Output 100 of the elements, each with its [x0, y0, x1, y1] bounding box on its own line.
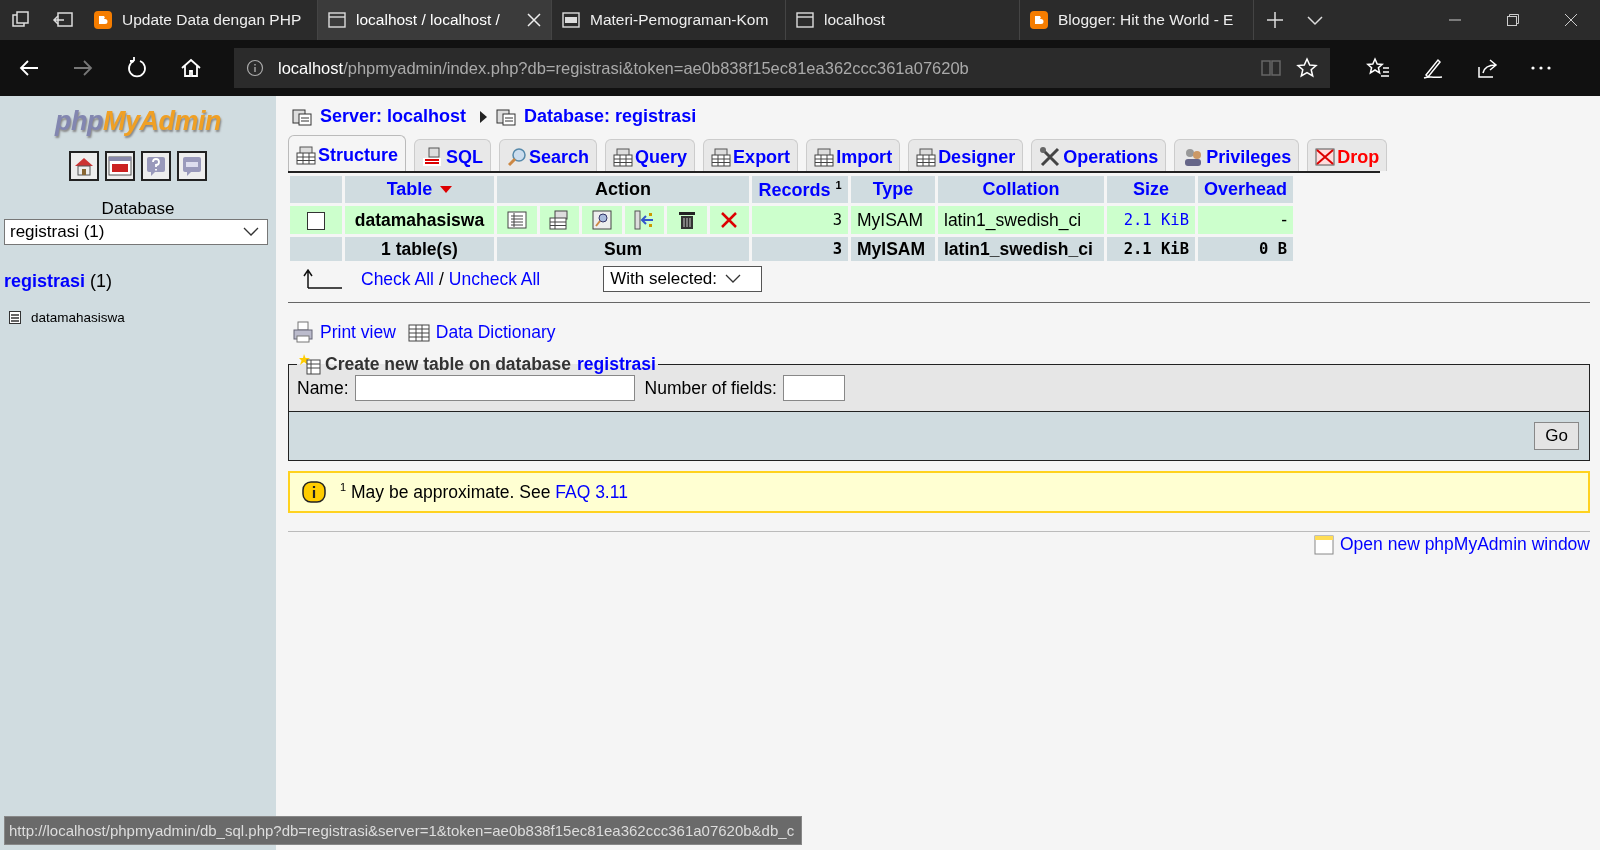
type-total: MyISAM — [851, 237, 935, 261]
size-value-link[interactable]: 2.1 KiB — [1107, 206, 1195, 234]
table-icon — [814, 147, 835, 167]
nav-tab[interactable]: Structure — [288, 135, 406, 171]
restore-icon[interactable] — [1506, 13, 1520, 27]
favorites-icon[interactable] — [1366, 57, 1390, 79]
overhead-cell: - — [1198, 206, 1294, 234]
records-cell: 3 — [752, 206, 848, 234]
tab-title: Update Data dengan PHP — [122, 11, 303, 29]
table-icon — [613, 147, 634, 167]
chevron-down-icon — [243, 227, 259, 237]
tab-title: Materi-Pemograman-Kom — [590, 11, 770, 29]
database-select[interactable]: registrasi (1) — [4, 219, 268, 245]
notice-text: $^{1}$ May be approximate. See FAQ 3.11 — [340, 481, 628, 503]
nav-tab[interactable]: SQL — [414, 139, 492, 171]
sql-window-icon — [108, 156, 132, 176]
database-icon — [496, 107, 517, 126]
database-label: Database — [101, 199, 175, 219]
server-icon — [292, 107, 312, 126]
home-icon[interactable] — [180, 57, 202, 79]
nav-tab[interactable]: Export — [703, 139, 799, 171]
address-bar[interactable]: localhost/phpmyadmin/index.php?db=registrasi&token=ae0b838f15ec81ea362ccc361a07620b — [234, 48, 1330, 88]
column-header-link[interactable]: Records $^{1}$ — [752, 176, 848, 203]
tabs-overview-icon[interactable] — [11, 10, 31, 30]
home-button[interactable] — [69, 151, 99, 181]
sql-bubble-icon — [181, 155, 203, 177]
overhead-total: 0 B — [1198, 237, 1294, 261]
refresh-icon[interactable] — [126, 57, 148, 79]
trash-icon[interactable] — [677, 210, 696, 230]
nav-tab[interactable]: Operations — [1031, 139, 1167, 171]
nav-tab[interactable]: Query — [605, 139, 696, 171]
breadcrumb-link[interactable]: Server: localhost — [320, 106, 467, 127]
search-icon[interactable] — [591, 210, 612, 230]
column-header-link[interactable]: Overhead — [1198, 176, 1294, 203]
toolbar-link[interactable]: Data Dictionary — [435, 321, 556, 343]
sql-docs-button[interactable] — [177, 151, 207, 181]
database-link[interactable]: registrasi — [4, 271, 86, 291]
name-input[interactable] — [354, 375, 635, 401]
pen-icon[interactable] — [1422, 57, 1444, 79]
blogger-icon — [1030, 11, 1048, 29]
forward-icon[interactable] — [72, 58, 94, 78]
new-tab-icon[interactable] — [1265, 10, 1285, 30]
corner-arrow-icon — [302, 268, 342, 290]
nav-tab[interactable]: Privileges — [1174, 139, 1300, 171]
sidebar-table-link[interactable]: datamahasiswa — [31, 310, 125, 325]
database-link[interactable]: registrasi — [577, 353, 656, 375]
new-window-link[interactable]: Open new phpMyAdmin window — [1340, 534, 1590, 555]
insert-icon[interactable] — [633, 210, 656, 230]
table-count: (1) — [90, 271, 113, 291]
go-button[interactable]: Go — [1534, 422, 1579, 450]
back-icon[interactable] — [18, 58, 40, 78]
tab-title: localhost — [824, 11, 887, 29]
records-total: 3 — [752, 237, 848, 261]
uncheck-all-link[interactable]: Uncheck All — [448, 268, 541, 290]
fields-label: Number of fields: — [644, 377, 777, 399]
page-icon — [796, 11, 814, 29]
sql-query-button[interactable] — [105, 151, 135, 181]
check-all-link[interactable]: Check All — [361, 268, 434, 290]
close-icon[interactable] — [1564, 13, 1578, 27]
star-icon[interactable] — [1296, 57, 1318, 79]
question-bubble-icon — [145, 155, 167, 177]
column-header-link[interactable]: Type — [851, 176, 935, 203]
pdf-file-icon — [562, 11, 580, 29]
share-icon[interactable] — [1476, 57, 1498, 79]
faq-link[interactable]: FAQ 3.11 — [555, 481, 628, 502]
column-header: Action — [497, 176, 749, 203]
tab-title: localhost / localhost / — [356, 11, 501, 29]
browse-icon[interactable] — [506, 210, 527, 230]
page-icon — [328, 11, 346, 29]
sum-label: Sum — [497, 237, 749, 261]
nav-tab[interactable]: Search — [499, 139, 598, 171]
column-header-link[interactable]: Collation — [938, 176, 1104, 203]
more-icon[interactable] — [1530, 65, 1552, 71]
collation-total: latin1_swedish_ci — [938, 237, 1104, 261]
fields-input[interactable] — [782, 375, 845, 401]
nav-tab[interactable]: Import — [806, 139, 901, 171]
table-name-cell[interactable]: datamahasiswa — [345, 206, 494, 234]
tools-icon — [1039, 146, 1062, 168]
house-icon — [73, 155, 95, 177]
delete-x-icon[interactable] — [720, 211, 739, 229]
separator: / — [438, 268, 444, 290]
table-icon[interactable] — [9, 311, 21, 324]
set-aside-tabs-icon[interactable] — [52, 10, 74, 30]
browser-tab[interactable]: localhost / localhost / — [318, 0, 552, 40]
tab-title: Blogger: Hit the World - E — [1058, 11, 1235, 29]
status-url: http://localhost/phpmyadmin/db_sql.php?db=registrasi&server=1&token=ae0b838f15ec81ea362ccc361a07620b&db_c — [4, 816, 802, 845]
column-header-link[interactable]: Size — [1107, 176, 1195, 203]
triangle-icon — [480, 110, 489, 123]
info-icon — [302, 481, 326, 503]
row-checkbox[interactable] — [307, 211, 325, 230]
with-selected-dropdown[interactable]: With selected: — [603, 266, 763, 292]
chevron-down-icon — [725, 274, 742, 284]
toolbar-link[interactable]: Print view — [320, 321, 396, 343]
structure-icon[interactable] — [549, 210, 570, 230]
size-total: 2.1 KiB — [1107, 237, 1195, 261]
column-header-link[interactable]: Table — [345, 176, 494, 203]
nav-tab[interactable]: Designer — [908, 139, 1024, 171]
breadcrumb-link[interactable]: Database: registrasi — [524, 106, 697, 127]
table-count-cell: 1 table(s) — [345, 237, 494, 261]
help-button[interactable] — [141, 151, 171, 181]
